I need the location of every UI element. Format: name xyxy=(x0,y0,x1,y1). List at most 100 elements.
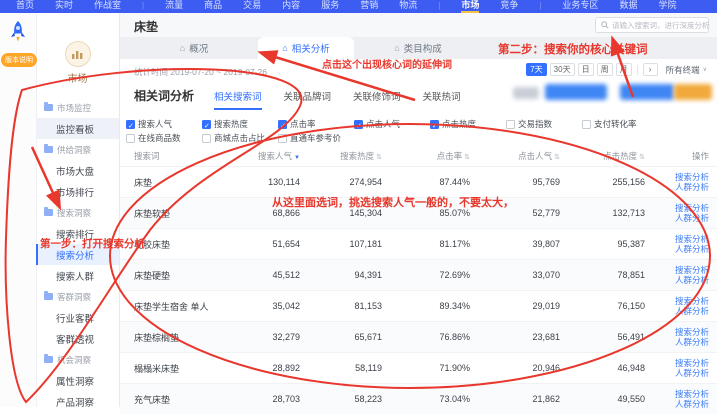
sort-toggle-icon[interactable]: ⇅ xyxy=(554,154,560,161)
related-tab-相关搜索词[interactable]: 相关搜索词 xyxy=(214,89,262,110)
sidebar-item-监控看板[interactable]: 监控看板 xyxy=(36,118,119,139)
row-actions-cell: 搜索分析人群分析 xyxy=(651,234,717,254)
nav-item-竞争[interactable]: 竞争 xyxy=(500,0,518,13)
metric-checkbox-在线商品数[interactable]: 在线商品数 xyxy=(126,131,202,145)
search-input[interactable]: 请输入搜索词，进行深度分析 xyxy=(595,17,709,33)
metric-checkbox-搜索热度[interactable]: 搜索热度 xyxy=(202,117,278,131)
sort-toggle-icon[interactable]: ⇅ xyxy=(639,154,645,161)
related-tab-关联热词[interactable]: 关联热词 xyxy=(423,89,461,110)
date-range-日[interactable]: 日 xyxy=(578,63,594,76)
sidebar-item-产品洞察[interactable]: 产品洞察 xyxy=(36,391,119,412)
date-range-周[interactable]: 周 xyxy=(597,63,613,76)
top-navbar: 首页实时作战室|流量商品交易内容服务营销物流|市场竞争|业务专区数据学院 xyxy=(0,0,717,13)
related-tab-关联品牌词[interactable]: 关联品牌词 xyxy=(284,89,332,110)
action-link-人群分析[interactable]: 人群分析 xyxy=(651,213,709,223)
tab-概况[interactable]: ⌂概况 xyxy=(146,37,242,59)
nav-item-内容[interactable]: 内容 xyxy=(282,0,300,13)
blurred-button-blue[interactable] xyxy=(620,84,674,100)
nav-separator: | xyxy=(438,0,440,13)
tab-类目构成[interactable]: ⌂类目构成 xyxy=(370,37,466,59)
version-badge[interactable]: 版本说明 xyxy=(1,53,37,67)
related-tab-关联修饰词[interactable]: 关联修饰词 xyxy=(353,89,401,110)
blurred-button-blue[interactable] xyxy=(545,84,607,100)
action-link-人群分析[interactable]: 人群分析 xyxy=(651,275,709,285)
nav-item-物流[interactable]: 物流 xyxy=(399,0,417,13)
metric-checkbox-点击率[interactable]: 点击率 xyxy=(278,117,354,131)
nav-item-服务[interactable]: 服务 xyxy=(321,0,339,13)
metric-checkbox-直通车参考价[interactable]: 直通车参考价 xyxy=(278,131,354,145)
action-link-搜索分析[interactable]: 搜索分析 xyxy=(651,234,709,244)
metric-checkbox-交易指数[interactable]: 交易指数 xyxy=(506,117,582,131)
checkbox-checked[interactable] xyxy=(202,120,211,129)
sort-desc-icon[interactable]: ▼ xyxy=(294,155,300,161)
action-link-人群分析[interactable]: 人群分析 xyxy=(651,337,709,347)
nav-item-学院[interactable]: 学院 xyxy=(658,0,676,13)
date-range-7天[interactable]: 7天 xyxy=(526,63,546,76)
next-period-button[interactable]: › xyxy=(643,63,658,76)
sort-toggle-icon[interactable]: ⇅ xyxy=(464,154,470,161)
nav-item-首页[interactable]: 首页 xyxy=(16,0,34,13)
action-link-搜索分析[interactable]: 搜索分析 xyxy=(651,265,709,275)
blurred-control[interactable] xyxy=(513,87,539,99)
date-range-月[interactable]: 月 xyxy=(616,63,632,76)
metric-checkbox-支付转化率[interactable]: 支付转化率 xyxy=(582,117,658,131)
cell-search_popularity: 35,042 xyxy=(248,301,306,311)
nav-item-交易[interactable]: 交易 xyxy=(243,0,261,13)
nav-item-市场[interactable]: 市场 xyxy=(461,0,479,13)
column-header-点击人气[interactable]: 点击人气⇅ xyxy=(476,150,566,162)
nav-item-营销[interactable]: 营销 xyxy=(360,0,378,13)
action-link-人群分析[interactable]: 人群分析 xyxy=(651,306,709,316)
sidebar-item-市场大盘[interactable]: 市场大盘 xyxy=(36,160,119,181)
checkbox-unchecked[interactable] xyxy=(506,120,515,129)
sidebar-item-市场排行[interactable]: 市场排行 xyxy=(36,181,119,202)
date-range-30天[interactable]: 30天 xyxy=(550,63,575,76)
column-header-label: 操作 xyxy=(692,151,709,161)
sidebar-item-属性洞察[interactable]: 属性洞察 xyxy=(36,370,119,391)
sidebar-item-搜索排行[interactable]: 搜索排行 xyxy=(36,223,119,244)
column-header-点击率[interactable]: 点击率⇅ xyxy=(388,150,476,162)
sidebar-item-行业客群[interactable]: 行业客群 xyxy=(36,307,119,328)
metric-checkbox-商城点击占比[interactable]: 商城点击占比 xyxy=(202,131,278,145)
checkbox-unchecked[interactable] xyxy=(126,134,135,143)
action-link-搜索分析[interactable]: 搜索分析 xyxy=(651,203,709,213)
action-link-人群分析[interactable]: 人群分析 xyxy=(651,244,709,254)
metric-checkbox-搜索人气[interactable]: 搜索人气 xyxy=(126,117,202,131)
action-link-人群分析[interactable]: 人群分析 xyxy=(651,368,709,378)
blurred-button-orange[interactable] xyxy=(674,84,712,100)
column-header-点击热度[interactable]: 点击热度⇅ xyxy=(566,150,651,162)
nav-item-作战室[interactable]: 作战室 xyxy=(94,0,121,13)
metric-checkbox-点击热度[interactable]: 点击热度 xyxy=(430,117,506,131)
tab-相关分析[interactable]: ⌂相关分析 xyxy=(258,37,354,59)
checkbox-unchecked[interactable] xyxy=(202,134,211,143)
checkbox-checked[interactable] xyxy=(354,120,363,129)
nav-item-流量[interactable]: 流量 xyxy=(165,0,183,13)
metric-label: 支付转化率 xyxy=(594,117,637,131)
metric-label: 点击热度 xyxy=(442,117,476,131)
checkbox-checked[interactable] xyxy=(278,120,287,129)
nav-item-商品[interactable]: 商品 xyxy=(204,0,222,13)
cell-click_heat: 255,156 xyxy=(566,177,651,187)
action-link-搜索分析[interactable]: 搜索分析 xyxy=(651,389,709,399)
sort-toggle-icon[interactable]: ⇅ xyxy=(376,154,382,161)
nav-item-实时[interactable]: 实时 xyxy=(55,0,73,13)
sidebar-section-机会洞察: 机会洞察 xyxy=(36,349,119,370)
action-link-搜索分析[interactable]: 搜索分析 xyxy=(651,296,709,306)
column-header-搜索热度[interactable]: 搜索热度⇅ xyxy=(306,150,388,162)
checkbox-unchecked[interactable] xyxy=(278,134,287,143)
sidebar-item-客群透视[interactable]: 客群透视 xyxy=(36,328,119,349)
sidebar-item-搜索人群[interactable]: 搜索人群 xyxy=(36,265,119,286)
metric-checkbox-点击人气[interactable]: 点击人气 xyxy=(354,117,430,131)
action-link-搜索分析[interactable]: 搜索分析 xyxy=(651,172,709,182)
sidebar-item-搜索分析[interactable]: 搜索分析 xyxy=(36,244,119,265)
terminal-filter-dropdown[interactable]: 所有终端∨ xyxy=(666,64,707,76)
checkbox-checked[interactable] xyxy=(126,120,135,129)
nav-item-业务专区[interactable]: 业务专区 xyxy=(562,0,598,13)
action-link-搜索分析[interactable]: 搜索分析 xyxy=(651,358,709,368)
action-link-人群分析[interactable]: 人群分析 xyxy=(651,399,709,409)
column-header-搜索人气[interactable]: 搜索人气▼ xyxy=(248,150,306,162)
action-link-搜索分析[interactable]: 搜索分析 xyxy=(651,327,709,337)
nav-item-数据[interactable]: 数据 xyxy=(619,0,637,13)
checkbox-checked[interactable] xyxy=(430,120,439,129)
checkbox-unchecked[interactable] xyxy=(582,120,591,129)
action-link-人群分析[interactable]: 人群分析 xyxy=(651,182,709,192)
